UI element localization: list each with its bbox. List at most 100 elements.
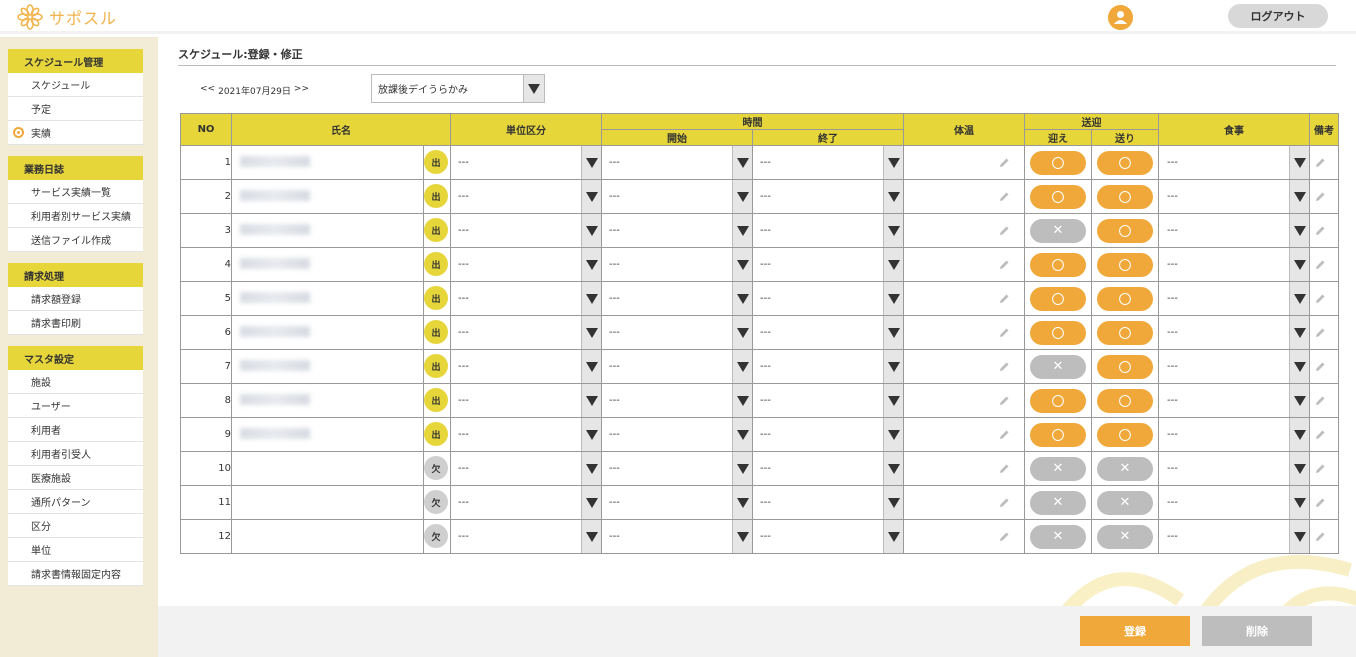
chevron-down-icon[interactable]: [1289, 248, 1309, 281]
date-next-link[interactable]: >>: [294, 84, 309, 97]
dropoff-toggle[interactable]: 〇: [1097, 150, 1153, 175]
unit-class-select[interactable]: ---: [450, 383, 602, 418]
chevron-down-icon[interactable]: [732, 350, 752, 383]
unit-class-select[interactable]: ---: [450, 349, 602, 384]
unit-class-select[interactable]: ---: [450, 179, 602, 214]
pencil-icon[interactable]: [999, 361, 1010, 372]
meal-select[interactable]: ---: [1158, 349, 1310, 384]
pencil-icon[interactable]: [1315, 531, 1326, 542]
pencil-icon[interactable]: [1315, 429, 1326, 440]
sidebar-item-class[interactable]: 区分: [8, 514, 143, 538]
pickup-toggle[interactable]: 〇: [1030, 150, 1086, 175]
pencil-icon[interactable]: [999, 327, 1010, 338]
pickup-toggle[interactable]: 〇: [1030, 286, 1086, 311]
sidebar-item-invoice-print[interactable]: 請求書印刷: [8, 311, 143, 335]
chevron-down-icon[interactable]: [1289, 384, 1309, 417]
start-time-select[interactable]: ---: [601, 315, 753, 350]
pencil-icon[interactable]: [1315, 225, 1326, 236]
attendance-badge[interactable]: 出: [424, 252, 448, 276]
dropoff-toggle[interactable]: 〇: [1097, 218, 1153, 243]
start-time-select[interactable]: ---: [601, 519, 753, 554]
end-time-select[interactable]: ---: [752, 281, 904, 316]
chevron-down-icon[interactable]: [581, 248, 601, 281]
end-time-select[interactable]: ---: [752, 145, 904, 180]
start-time-select[interactable]: ---: [601, 383, 753, 418]
temperature-cell[interactable]: [903, 213, 1025, 248]
pickup-toggle[interactable]: ✕: [1030, 490, 1086, 515]
chevron-down-icon[interactable]: [1289, 452, 1309, 485]
dropoff-toggle[interactable]: ✕: [1097, 524, 1153, 549]
unit-class-select[interactable]: ---: [450, 247, 602, 282]
chevron-down-icon[interactable]: [883, 282, 903, 315]
chevron-down-icon[interactable]: [581, 214, 601, 247]
chevron-down-icon[interactable]: [883, 452, 903, 485]
start-time-select[interactable]: ---: [601, 451, 753, 486]
notes-cell[interactable]: [1309, 485, 1339, 520]
pickup-toggle[interactable]: 〇: [1030, 320, 1086, 345]
sidebar-item-plan[interactable]: 予定: [8, 97, 143, 121]
sidebar-item-billing-register[interactable]: 請求額登録: [8, 287, 143, 311]
unit-class-select[interactable]: ---: [450, 145, 602, 180]
unit-class-select[interactable]: ---: [450, 451, 602, 486]
temperature-cell[interactable]: [903, 315, 1025, 350]
pencil-icon[interactable]: [999, 395, 1010, 406]
pickup-toggle[interactable]: 〇: [1030, 184, 1086, 209]
chevron-down-icon[interactable]: [581, 418, 601, 451]
attendance-badge[interactable]: 欠: [424, 524, 448, 548]
date-prev-link[interactable]: <<: [200, 84, 215, 97]
meal-select[interactable]: ---: [1158, 383, 1310, 418]
unit-class-select[interactable]: ---: [450, 417, 602, 452]
start-time-select[interactable]: ---: [601, 485, 753, 520]
attendance-badge[interactable]: 出: [424, 320, 448, 344]
end-time-select[interactable]: ---: [752, 383, 904, 418]
start-time-select[interactable]: ---: [601, 179, 753, 214]
chevron-down-icon[interactable]: [1289, 180, 1309, 213]
chevron-down-icon[interactable]: [581, 452, 601, 485]
sidebar-item-user[interactable]: ユーザー: [8, 394, 143, 418]
chevron-down-icon[interactable]: [732, 452, 752, 485]
temperature-cell[interactable]: [903, 179, 1025, 214]
logout-button[interactable]: ログアウト: [1228, 4, 1328, 28]
sidebar-item-unit[interactable]: 単位: [8, 538, 143, 562]
notes-cell[interactable]: [1309, 315, 1339, 350]
chevron-down-icon[interactable]: [732, 248, 752, 281]
notes-cell[interactable]: [1309, 247, 1339, 282]
unit-class-select[interactable]: ---: [450, 485, 602, 520]
chevron-down-icon[interactable]: [732, 282, 752, 315]
chevron-down-icon[interactable]: [732, 214, 752, 247]
pencil-icon[interactable]: [999, 157, 1010, 168]
sidebar-item-pattern[interactable]: 通所パターン: [8, 490, 143, 514]
dropoff-toggle[interactable]: 〇: [1097, 252, 1153, 277]
temperature-cell[interactable]: [903, 485, 1025, 520]
chevron-down-icon[interactable]: [523, 75, 544, 102]
pickup-toggle[interactable]: ✕: [1030, 456, 1086, 481]
unit-class-select[interactable]: ---: [450, 281, 602, 316]
chevron-down-icon[interactable]: [732, 316, 752, 349]
unit-class-select[interactable]: ---: [450, 315, 602, 350]
notes-cell[interactable]: [1309, 519, 1339, 554]
chevron-down-icon[interactable]: [1289, 282, 1309, 315]
register-button[interactable]: 登録: [1080, 616, 1190, 646]
attendance-badge[interactable]: 出: [424, 354, 448, 378]
chevron-down-icon[interactable]: [581, 520, 601, 553]
chevron-down-icon[interactable]: [732, 486, 752, 519]
meal-select[interactable]: ---: [1158, 417, 1310, 452]
meal-select[interactable]: ---: [1158, 485, 1310, 520]
temperature-cell[interactable]: [903, 383, 1025, 418]
attendance-badge[interactable]: 出: [424, 218, 448, 242]
notes-cell[interactable]: [1309, 281, 1339, 316]
dropoff-toggle[interactable]: 〇: [1097, 354, 1153, 379]
sidebar-item-client[interactable]: 利用者: [8, 418, 143, 442]
start-time-select[interactable]: ---: [601, 213, 753, 248]
sidebar-item-medical[interactable]: 医療施設: [8, 466, 143, 490]
chevron-down-icon[interactable]: [883, 146, 903, 179]
facility-select[interactable]: 放課後デイうらかみ: [371, 74, 545, 103]
meal-select[interactable]: ---: [1158, 213, 1310, 248]
end-time-select[interactable]: ---: [752, 247, 904, 282]
dropoff-toggle[interactable]: 〇: [1097, 388, 1153, 413]
temperature-cell[interactable]: [903, 145, 1025, 180]
pickup-toggle[interactable]: ✕: [1030, 218, 1086, 243]
user-avatar-icon[interactable]: [1108, 5, 1133, 30]
dropoff-toggle[interactable]: ✕: [1097, 456, 1153, 481]
pencil-icon[interactable]: [1315, 497, 1326, 508]
